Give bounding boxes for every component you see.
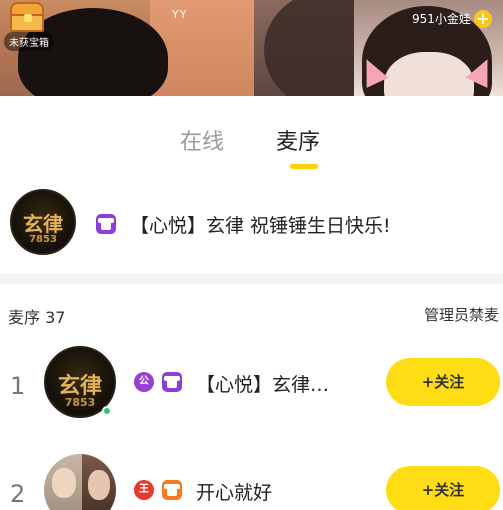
follow-button[interactable]: +关注 bbox=[386, 358, 500, 406]
queue-index: 2 bbox=[10, 480, 26, 508]
queue-count: 麦序 37 bbox=[8, 308, 66, 327]
queue-index: 1 bbox=[10, 372, 26, 400]
tab-mic-queue[interactable]: 麦序 bbox=[276, 124, 320, 156]
shirt-icon bbox=[162, 480, 182, 500]
avatar[interactable]: 玄律 7853 bbox=[10, 189, 76, 255]
live-room-screen: 未获宝箱 YY 951小金娃 + 在线 麦序 玄律 7853 【心悦】玄律 祝锤… bbox=[0, 0, 503, 510]
mic-queue-panel: 在线 麦序 玄律 7853 【心悦】玄律 祝锤锤生日快乐! 麦序 37 管理员禁… bbox=[0, 96, 503, 510]
room-mark: YY bbox=[172, 8, 188, 21]
tab-online[interactable]: 在线 bbox=[180, 124, 224, 156]
king-badge-icon: 王 bbox=[134, 480, 154, 500]
treasure-chest-button[interactable] bbox=[6, 0, 48, 34]
treasure-chest-label: 未获宝箱 bbox=[4, 32, 54, 51]
online-status-dot bbox=[102, 406, 112, 416]
host-card: 玄律 7853 【心悦】玄律 祝锤锤生日快乐! bbox=[0, 181, 503, 271]
shirt-icon bbox=[162, 372, 182, 392]
guild-badge-icon: 公 bbox=[134, 372, 154, 392]
user-name: 开心就好 bbox=[196, 482, 273, 504]
list-header: 麦序 37 管理员禁麦 bbox=[0, 304, 503, 328]
shirt-icon bbox=[96, 214, 116, 234]
admin-mute-button[interactable]: 管理员禁麦 bbox=[424, 304, 499, 325]
tab-active-indicator bbox=[290, 164, 318, 169]
gold-counter-text: 951小金娃 bbox=[412, 12, 471, 26]
user-name: 【心悦】玄律… bbox=[196, 374, 330, 396]
list-item[interactable]: 2 王 开心就好 +关注 bbox=[0, 454, 503, 510]
list-item[interactable]: 1 玄律 7853 公 【心悦】玄律… +关注 bbox=[0, 346, 503, 426]
gold-counter[interactable]: 951小金娃 + bbox=[408, 8, 496, 30]
follow-button[interactable]: +关注 bbox=[386, 466, 500, 510]
tab-bar: 在线 麦序 bbox=[0, 124, 503, 172]
section-divider bbox=[0, 274, 503, 284]
host-message: 【心悦】玄律 祝锤锤生日快乐! bbox=[130, 215, 391, 237]
add-icon[interactable]: + bbox=[473, 10, 492, 28]
video-feed-middle[interactable] bbox=[254, 0, 354, 96]
avatar[interactable] bbox=[44, 454, 116, 510]
video-strip: 未获宝箱 YY 951小金娃 + bbox=[0, 0, 503, 96]
